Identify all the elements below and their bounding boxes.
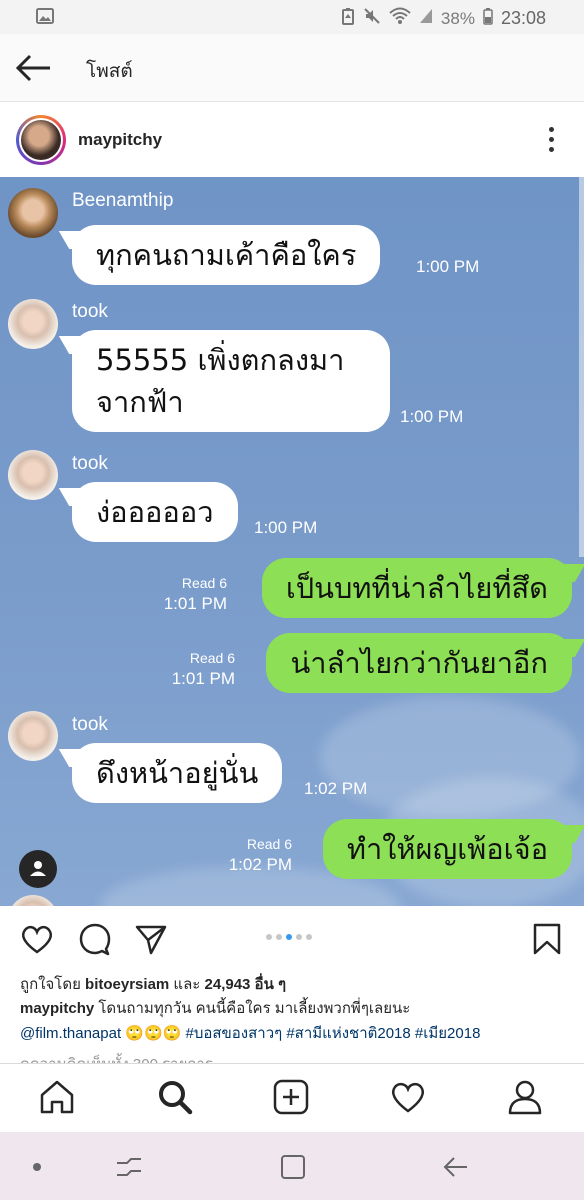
home-icon[interactable] bbox=[38, 1078, 76, 1116]
comment-icon[interactable] bbox=[78, 922, 112, 956]
likes-prefix: ถูกใจโดย bbox=[20, 976, 81, 993]
caption-text: โดนถามทุกวัน คนนี้คือใคร มาเลี้ยงพวกพี่ๆ… bbox=[98, 1000, 411, 1017]
message-time: 1:00 PM bbox=[254, 518, 318, 537]
hashtag-links[interactable]: #บอสของสาวๆ #สามีแห่งชาติ2018 #เมีย2018 bbox=[186, 1025, 481, 1042]
chat-bubble-line: 55555 เพิ่งตกลงมา bbox=[96, 343, 345, 377]
mention-link[interactable]: @film.thanapat bbox=[20, 1025, 121, 1042]
chat-bubble: ดึงหน้าอยู่นั่น bbox=[72, 743, 283, 803]
bottom-nav bbox=[0, 1063, 584, 1132]
recent-apps-icon[interactable] bbox=[114, 1152, 144, 1182]
message-time: 1:00 PM bbox=[416, 257, 480, 276]
liker-username[interactable]: bitoeyrsiam bbox=[85, 976, 169, 993]
chat-bubble: ทำให้ผญเพ้อเจ้อ bbox=[322, 819, 572, 879]
carousel-indicator bbox=[266, 934, 312, 940]
caption-emoji: 🙄🙄🙄 bbox=[125, 1025, 182, 1042]
signal-icon bbox=[419, 8, 433, 29]
mute-icon bbox=[363, 7, 381, 30]
sender-name: took bbox=[72, 714, 108, 735]
home-square-icon[interactable] bbox=[278, 1152, 308, 1182]
chat-bubble: 55555 เพิ่งตกลงมา จากฟ้า bbox=[72, 330, 390, 432]
profile-icon[interactable] bbox=[506, 1078, 544, 1116]
chat-bubble-line: จากฟ้า bbox=[96, 385, 184, 419]
activity-heart-icon[interactable] bbox=[389, 1078, 427, 1116]
chat-bubble: เป็นบทที่น่าลำไยที่สึด bbox=[261, 558, 572, 618]
message-time: 1:01 PM bbox=[171, 669, 235, 688]
sender-avatar bbox=[8, 711, 58, 761]
person-icon bbox=[30, 861, 46, 876]
back-arrow-icon[interactable] bbox=[14, 52, 54, 84]
sender-avatar bbox=[8, 299, 58, 349]
sender-name: took bbox=[72, 301, 108, 322]
chat-bubble: ง่อออออว bbox=[72, 482, 238, 542]
chat-scrollbar bbox=[579, 177, 584, 557]
tagged-people-button[interactable] bbox=[19, 850, 57, 888]
status-bar: 38% 23:08 bbox=[0, 0, 584, 34]
back-icon[interactable] bbox=[440, 1152, 470, 1182]
post-header: maypitchy bbox=[0, 103, 584, 177]
heart-icon[interactable] bbox=[20, 922, 54, 956]
message-time: 1:00 PM bbox=[400, 407, 464, 426]
story-ring[interactable] bbox=[16, 115, 66, 165]
gallery-notification-icon bbox=[36, 8, 54, 29]
post-username[interactable]: maypitchy bbox=[78, 130, 162, 150]
chat-bubble: น่าลำไยกว่ากันยาอีก bbox=[266, 633, 572, 693]
read-receipt: Read 6 bbox=[246, 836, 292, 852]
chat-bubble: ทุกคนถามเค้าคือใคร bbox=[72, 225, 381, 285]
read-receipt: Read 6 bbox=[181, 575, 227, 591]
sender-name: Beenamthip bbox=[72, 190, 174, 211]
battery-saver-icon bbox=[341, 7, 355, 30]
message-time: 1:02 PM bbox=[304, 779, 368, 798]
search-icon[interactable] bbox=[156, 1078, 194, 1116]
wifi-icon bbox=[389, 7, 411, 30]
sender-avatar bbox=[8, 188, 58, 238]
sender-avatar bbox=[8, 450, 58, 500]
sender-name: took bbox=[72, 453, 108, 474]
battery-percent: 38% bbox=[440, 8, 475, 28]
read-receipt: Read 6 bbox=[189, 650, 235, 666]
message-time: 1:02 PM bbox=[228, 855, 292, 874]
more-options-icon[interactable] bbox=[549, 127, 554, 152]
add-post-icon[interactable] bbox=[272, 1078, 310, 1116]
system-nav-bar bbox=[0, 1132, 584, 1200]
clock: 23:08 bbox=[500, 8, 546, 28]
share-icon[interactable] bbox=[134, 922, 168, 956]
bookmark-icon[interactable] bbox=[530, 922, 564, 956]
message-time: 1:01 PM bbox=[163, 594, 227, 613]
avatar bbox=[21, 120, 61, 160]
sender-avatar bbox=[8, 895, 58, 906]
app-header: โพสต์ bbox=[0, 34, 584, 102]
page-title: โพสต์ bbox=[86, 61, 133, 82]
likes-middle: และ bbox=[173, 976, 201, 993]
caption: maypitchy โดนถามทุกวัน คนนี้คือใคร มาเลี… bbox=[20, 996, 570, 1046]
post-image[interactable]: Beenamthip ทุกคนถามเค้าคือใคร 1:00 PM to… bbox=[0, 177, 584, 906]
battery-icon bbox=[483, 7, 493, 30]
caption-username[interactable]: maypitchy bbox=[20, 1000, 94, 1017]
likes-count[interactable]: 24,943 อื่น ๆ bbox=[205, 976, 287, 993]
likes-line[interactable]: ถูกใจโดย bitoeyrsiam และ 24,943 อื่น ๆ bbox=[20, 972, 286, 996]
dot-icon bbox=[22, 1152, 52, 1182]
